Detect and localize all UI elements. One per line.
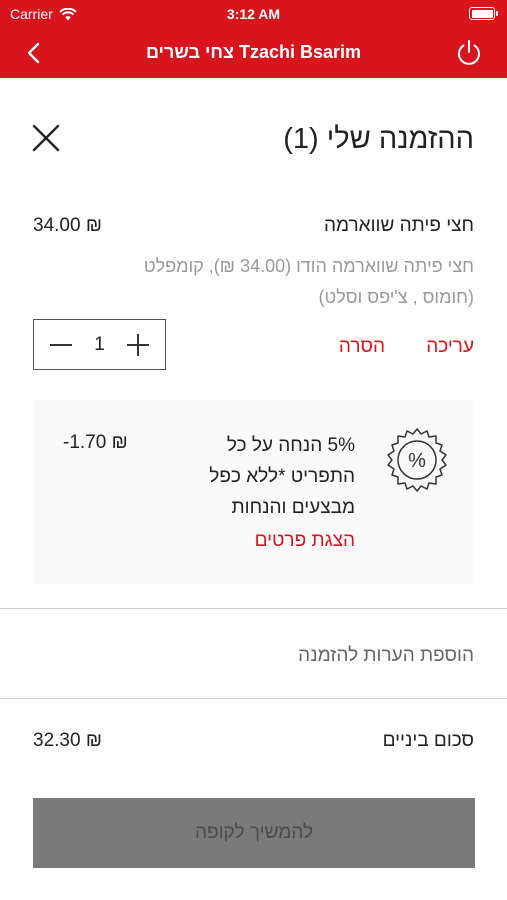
discount-card: % 5% הנחה על כל התפריט *ללא כפל מבצעים ו… xyxy=(33,400,475,584)
subtotal-label: סכום ביניים xyxy=(382,730,474,751)
order-screen: ההזמנה שלי (1) חצי פיתה שווארמה 34.00 ₪ … xyxy=(0,78,507,900)
subtotal-value: 32.30 ₪ xyxy=(33,730,102,751)
edit-item-link[interactable]: עריכה xyxy=(426,336,474,358)
power-icon[interactable] xyxy=(453,37,485,69)
close-icon[interactable] xyxy=(30,122,62,154)
percent-badge-icon: % xyxy=(387,428,447,492)
order-title: ההזמנה שלי (1) xyxy=(283,123,474,155)
plus-icon[interactable] xyxy=(126,333,149,356)
status-bar: Carrier 3:12 AM xyxy=(0,0,507,28)
discount-amount: -1.70 ₪ xyxy=(63,432,128,453)
minus-icon[interactable] xyxy=(50,334,72,356)
discount-description: 5% הנחה על כל התפריט *ללא כפל מבצעים והנ… xyxy=(209,435,355,518)
divider xyxy=(0,698,507,699)
divider xyxy=(0,608,507,609)
status-time: 3:12 AM xyxy=(226,6,281,22)
quantity-stepper: 1 xyxy=(33,319,166,370)
add-notes-button[interactable]: הוספת הערות להזמנה xyxy=(298,645,474,667)
item-name: חצי פיתה שווארמה xyxy=(323,215,474,236)
remove-item-link[interactable]: הסרה xyxy=(339,336,385,358)
svg-text:%: % xyxy=(408,450,426,472)
discount-details-link[interactable]: הצגת פרטים xyxy=(255,530,355,552)
checkout-button[interactable]: להמשיך לקופה xyxy=(33,798,475,868)
nav-bar: צחי בשרים Tzachi Bsarim xyxy=(0,28,507,78)
nav-title: צחי בשרים Tzachi Bsarim xyxy=(145,42,362,62)
quantity-value: 1 xyxy=(94,333,105,355)
item-description: חצי פיתה שווארמה הודו (34.00 ₪), קומפלט … xyxy=(143,256,474,307)
battery-icon xyxy=(469,7,498,20)
item-price: 34.00 ₪ xyxy=(33,215,102,236)
